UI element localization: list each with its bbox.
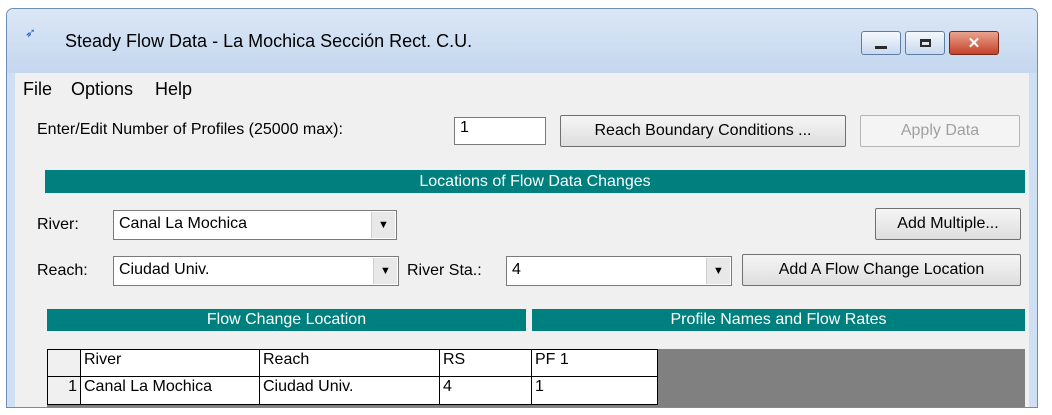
apply-data-button[interactable]: Apply Data: [860, 115, 1020, 147]
river-sta-value: 4: [512, 261, 521, 278]
maximize-icon: [919, 39, 931, 47]
close-icon: ✕: [967, 35, 981, 52]
column-header-reach[interactable]: Reach: [260, 349, 440, 377]
reach-label: Reach:: [37, 262, 88, 279]
river-select[interactable]: Canal La Mochica ▼: [113, 210, 397, 240]
column-header-river[interactable]: River: [81, 349, 260, 377]
row-number[interactable]: 1: [47, 377, 81, 405]
add-multiple-button[interactable]: Add Multiple...: [875, 208, 1021, 240]
window-title: Steady Flow Data - La Mochica Sección Re…: [65, 31, 473, 51]
flow-table: River Reach RS PF 1 1 Canal La Mochica C…: [47, 349, 1025, 407]
menu-file[interactable]: File: [23, 79, 52, 100]
profiles-label: Enter/Edit Number of Profiles (25000 max…: [37, 121, 343, 138]
dropdown-arrow-icon[interactable]: ▼: [371, 212, 395, 238]
profile-names-header: Profile Names and Flow Rates: [532, 309, 1025, 331]
reach-boundary-conditions-button[interactable]: Reach Boundary Conditions ...: [560, 115, 846, 147]
reach-select[interactable]: Ciudad Univ. ▼: [113, 256, 399, 286]
hecras-app-icon: ➶: [25, 25, 36, 40]
add-flow-change-location-button[interactable]: Add A Flow Change Location: [742, 254, 1021, 286]
table-cell-rs[interactable]: 4: [440, 377, 532, 405]
profiles-count-input[interactable]: 1: [454, 117, 546, 145]
river-sta-label: River Sta.:: [407, 262, 482, 279]
column-header-pf1[interactable]: PF 1: [532, 349, 658, 377]
table-cell-pf1[interactable]: 1: [532, 377, 658, 405]
river-value: Canal La Mochica: [119, 215, 248, 232]
minimize-icon: [875, 45, 887, 49]
table-cell-river[interactable]: Canal La Mochica: [81, 377, 260, 405]
flow-change-location-header: Flow Change Location: [47, 309, 526, 331]
column-header-rs[interactable]: RS: [440, 349, 532, 377]
river-sta-select[interactable]: 4 ▼: [506, 256, 732, 286]
menu-help[interactable]: Help: [155, 79, 192, 100]
reach-value: Ciudad Univ.: [119, 261, 210, 278]
client-area: File Options Help Enter/Edit Number of P…: [15, 73, 1029, 407]
menu-options[interactable]: Options: [71, 79, 133, 100]
river-label: River:: [37, 216, 79, 233]
dropdown-arrow-icon[interactable]: ▼: [706, 258, 730, 284]
close-button[interactable]: ✕: [949, 31, 999, 55]
table-corner-cell: [47, 349, 81, 377]
maximize-button[interactable]: [905, 31, 945, 55]
menu-bar: File Options Help: [15, 73, 1029, 107]
dropdown-arrow-icon[interactable]: ▼: [373, 258, 397, 284]
locations-header: Locations of Flow Data Changes: [45, 170, 1025, 193]
table-cell-reach[interactable]: Ciudad Univ.: [260, 377, 440, 405]
minimize-button[interactable]: [861, 31, 901, 55]
steady-flow-window: ➶ Steady Flow Data - La Mochica Sección …: [6, 8, 1038, 408]
title-bar[interactable]: ➶ Steady Flow Data - La Mochica Sección …: [7, 9, 1037, 73]
